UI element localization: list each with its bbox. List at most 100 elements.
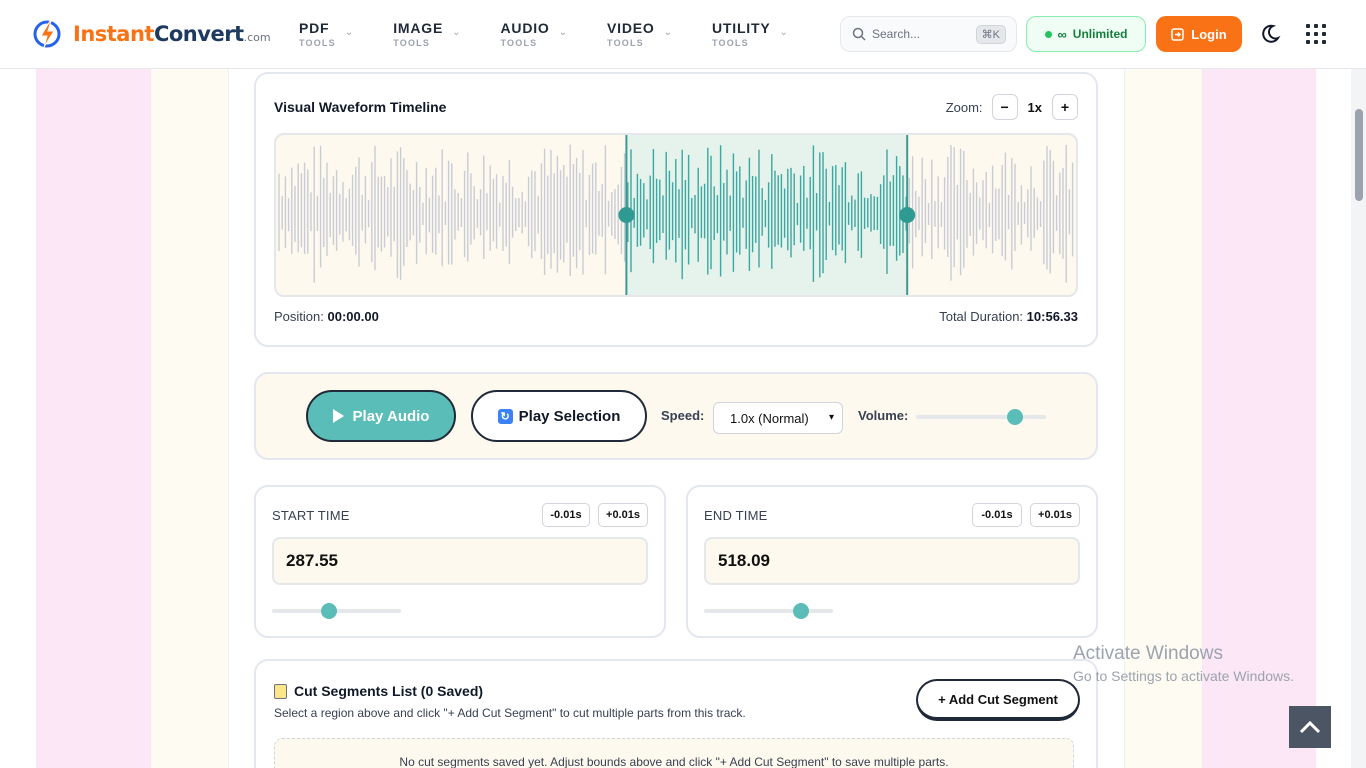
search-box[interactable]: Search... ⌘K (840, 16, 1017, 52)
plan-badge-label: Unlimited (1072, 27, 1128, 41)
duration-label: Total Duration: (939, 309, 1024, 324)
end-time-decrement-button[interactable]: -0.01s (972, 503, 1022, 527)
login-icon (1171, 27, 1185, 41)
play-icon (332, 409, 344, 423)
play-audio-button[interactable]: Play Audio (306, 390, 456, 442)
watermark-line2: Go to Settings to activate Windows. (1073, 668, 1294, 684)
apps-grid-icon[interactable] (1306, 24, 1326, 44)
search-shortcut: ⌘K (975, 24, 1006, 44)
nav-label: IMAGE (393, 20, 444, 36)
cut-segments-card: Cut Segments List (0 Saved) Select a reg… (254, 659, 1098, 768)
volume-slider-thumb[interactable] (1006, 409, 1023, 425)
nav-audio-tools[interactable]: AUDIO TOOLS ⌄ (501, 20, 568, 50)
nav-video-tools[interactable]: VIDEO TOOLS ⌄ (607, 20, 672, 50)
nav-sublabel: TOOLS (393, 38, 431, 48)
add-cut-segment-button[interactable]: + Add Cut Segment (916, 679, 1080, 721)
background-band (36, 69, 151, 768)
volume-slider[interactable] (916, 409, 1046, 425)
speed-select[interactable]: 1.0x (Normal) ▾ (713, 402, 843, 434)
end-time-increment-button[interactable]: +0.01s (1030, 503, 1080, 527)
empty-state-text: No cut segments saved yet. Adjust bounds… (399, 755, 949, 768)
main-nav: PDF TOOLS ⌄ IMAGE TOOLS ⌄ AUDIO TOOLS ⌄ VID… (299, 20, 828, 50)
nav-utility-tools[interactable]: UTILITY TOOLS ⌄ (712, 20, 788, 50)
zoom-out-button[interactable]: − (991, 94, 1018, 120)
logo[interactable]: InstantConvert.com (33, 17, 271, 51)
start-time-card: START TIME -0.01s +0.01s 287.55 (254, 485, 666, 638)
nav-label: AUDIO (500, 20, 550, 36)
play-audio-label: Play Audio (352, 407, 430, 425)
chevron-down-icon: ⌄ (779, 27, 788, 38)
start-time-input[interactable]: 287.55 (272, 537, 648, 585)
chevron-down-icon: ⌄ (558, 27, 568, 38)
start-time-increment-button[interactable]: +0.01s (598, 503, 648, 527)
zoom-label: Zoom: (945, 99, 983, 115)
waveform-canvas[interactable] (274, 133, 1078, 297)
nav-sublabel: TOOLS (607, 38, 644, 48)
selection-start-handle[interactable] (618, 207, 635, 223)
nav-pdf-tools[interactable]: PDF TOOLS ⌄ (299, 20, 353, 50)
nav-label: PDF (299, 20, 330, 36)
segments-subtitle: Select a region above and click "+ Add C… (274, 706, 746, 720)
background-band (151, 69, 228, 768)
position-value: 00:00.00 (327, 309, 379, 324)
login-button[interactable]: Login (1156, 16, 1242, 52)
watermark-line1: Activate Windows (1073, 643, 1223, 664)
end-time-slider[interactable] (704, 603, 833, 619)
duration-readout: Total Duration: 10:56.33 (939, 309, 1078, 324)
search-icon (852, 27, 866, 41)
selection-end-handle[interactable] (899, 207, 916, 223)
position-readout: Position: 00:00.00 (274, 309, 379, 324)
end-time-slider-thumb[interactable] (792, 603, 809, 619)
chevron-down-icon: ⌄ (663, 27, 672, 38)
speed-value: 1.0x (Normal) (730, 410, 809, 426)
nav-sublabel: TOOLS (712, 38, 749, 48)
chevron-down-icon: ⌄ (452, 27, 461, 38)
search-placeholder: Search... (872, 27, 921, 41)
start-time-slider-thumb[interactable] (320, 603, 337, 619)
duration-value: 10:56.33 (1026, 309, 1078, 324)
zoom-value: 1x (1027, 99, 1042, 115)
end-time-card: END TIME -0.01s +0.01s 518.09 (686, 485, 1098, 638)
moon-icon[interactable] (1258, 22, 1282, 46)
login-label: Login (1191, 26, 1227, 42)
chevron-down-icon: ⌄ (344, 27, 354, 38)
site-header: InstantConvert.com PDF TOOLS ⌄ IMAGE TOOLS… (0, 0, 1366, 69)
zoom-in-button[interactable]: + (1052, 94, 1078, 120)
chevron-down-icon: ▾ (828, 412, 834, 423)
start-time-label: START TIME (272, 508, 350, 523)
nav-sublabel: TOOLS (299, 38, 336, 48)
playback-controls-card: Play Audio ↻ Play Selection Speed: 1.0x … (254, 372, 1098, 460)
waveform-title: Visual Waveform Timeline (274, 99, 447, 115)
waveform-graphic (278, 135, 1074, 295)
status-dot-icon (1044, 30, 1052, 38)
scrollbar-thumb[interactable] (1355, 109, 1363, 201)
end-time-label: END TIME (704, 508, 768, 523)
start-time-slider[interactable] (272, 603, 401, 619)
page-scrollbar[interactable] (1351, 69, 1366, 768)
scroll-to-top-button[interactable] (1289, 706, 1331, 748)
plan-badge[interactable]: ∞ Unlimited (1026, 16, 1146, 52)
nav-label: VIDEO (607, 20, 655, 36)
infinity-icon: ∞ (1057, 26, 1067, 42)
zoom-controls: Zoom: − 1x + (946, 94, 1078, 120)
nav-image-tools[interactable]: IMAGE TOOLS ⌄ (393, 20, 460, 50)
play-selection-button[interactable]: ↻ Play Selection (471, 390, 647, 442)
segments-title-text: Cut Segments List (0 Saved) (294, 683, 484, 699)
chevron-up-icon (1299, 720, 1321, 734)
volume-label: Volume: (858, 408, 909, 423)
speed-label: Speed: (661, 408, 705, 423)
clipboard-icon (274, 683, 287, 699)
segments-empty-state: No cut segments saved yet. Adjust bounds… (274, 738, 1074, 768)
windows-activation-watermark: Activate Windows Go to Settings to activ… (1073, 643, 1294, 684)
start-time-decrement-button[interactable]: -0.01s (542, 503, 590, 527)
logo-text: InstantConvert.com (73, 22, 271, 46)
segments-title: Cut Segments List (0 Saved) (274, 683, 483, 699)
play-selection-label: Play Selection (518, 407, 621, 425)
lightning-logo-icon (33, 20, 61, 48)
position-label: Position: (274, 309, 324, 324)
nav-sublabel: TOOLS (500, 38, 538, 48)
end-time-input[interactable]: 518.09 (704, 537, 1080, 585)
waveform-card: Visual Waveform Timeline Zoom: − 1x + Po… (254, 72, 1098, 347)
nav-label: UTILITY (712, 20, 771, 36)
repeat-icon: ↻ (497, 408, 513, 424)
